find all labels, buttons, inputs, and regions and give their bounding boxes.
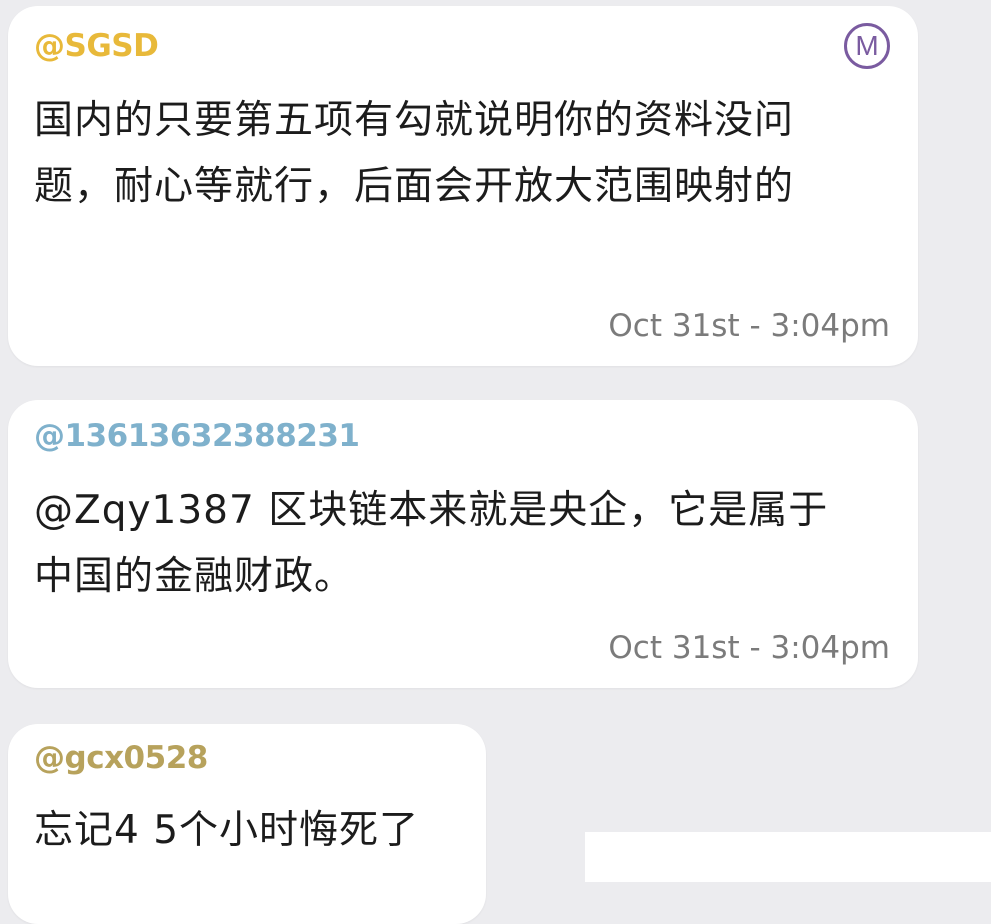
message-text: @Zqy1387 区块链本来就是央企，它是属于中国的金融财政。 [34,488,829,599]
timestamp: Oct 31st - 3:04pm [608,308,890,344]
message-text: 忘记4 5个小时悔死了 [34,808,420,853]
username[interactable]: @SGSD [34,28,159,64]
message-bubble[interactable]: @SGSD M 国内的只要第五项有勾就说明你的资料没问题，耐心等就行，后面会开放… [8,6,918,366]
m-circle-icon: M [844,23,890,69]
blank-area [585,832,991,882]
message-bubble[interactable]: @13613632388231 @Zqy1387 区块链本来就是央企，它是属于中… [8,400,918,688]
message-bubble[interactable]: @gcx0528 忘记4 5个小时悔死了 [8,724,486,924]
timestamp: Oct 31st - 3:04pm [608,630,890,666]
username[interactable]: @gcx0528 [34,740,208,776]
message-text: 国内的只要第五项有勾就说明你的资料没问题，耐心等就行，后面会开放大范围映射的 [34,98,795,209]
username[interactable]: @13613632388231 [34,418,360,454]
